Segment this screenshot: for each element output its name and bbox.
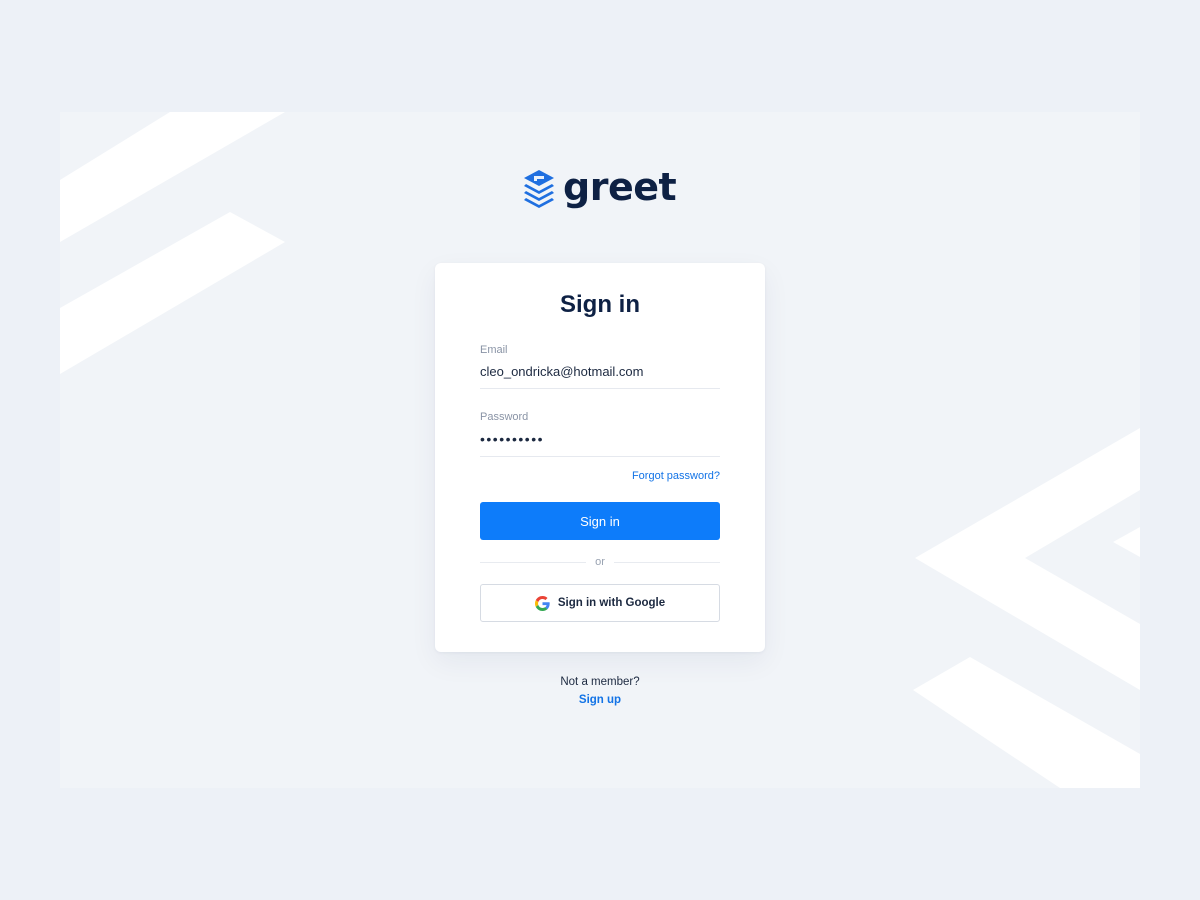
layers-icon (524, 170, 554, 208)
password-field-group: Password (480, 411, 720, 457)
email-field[interactable] (480, 364, 720, 389)
email-field-group: Email (480, 344, 720, 389)
email-label: Email (480, 344, 508, 356)
brand-logo: greet (522, 165, 677, 210)
signin-card: Sign in Email Password Forgot password? … (435, 263, 765, 652)
password-field[interactable] (480, 431, 720, 457)
forgot-password-link[interactable]: Forgot password? (632, 470, 720, 482)
brand-name: greet (563, 165, 677, 209)
not-member-text: Not a member? (560, 676, 640, 688)
password-label: Password (480, 411, 529, 423)
divider-line (613, 561, 720, 563)
login-frame: greet Sign in Email Password Forgot pass… (60, 112, 1140, 788)
google-signin-button[interactable]: Sign in with Google (480, 584, 720, 622)
or-divider: or (480, 555, 720, 569)
signin-button[interactable]: Sign in (480, 502, 720, 540)
divider-line (480, 561, 587, 563)
signin-title: Sign in (560, 291, 640, 318)
google-signin-label: Sign in with Google (557, 597, 666, 609)
signup-link[interactable]: Sign up (579, 694, 621, 706)
google-icon (534, 595, 550, 611)
divider-label: or (595, 556, 605, 568)
